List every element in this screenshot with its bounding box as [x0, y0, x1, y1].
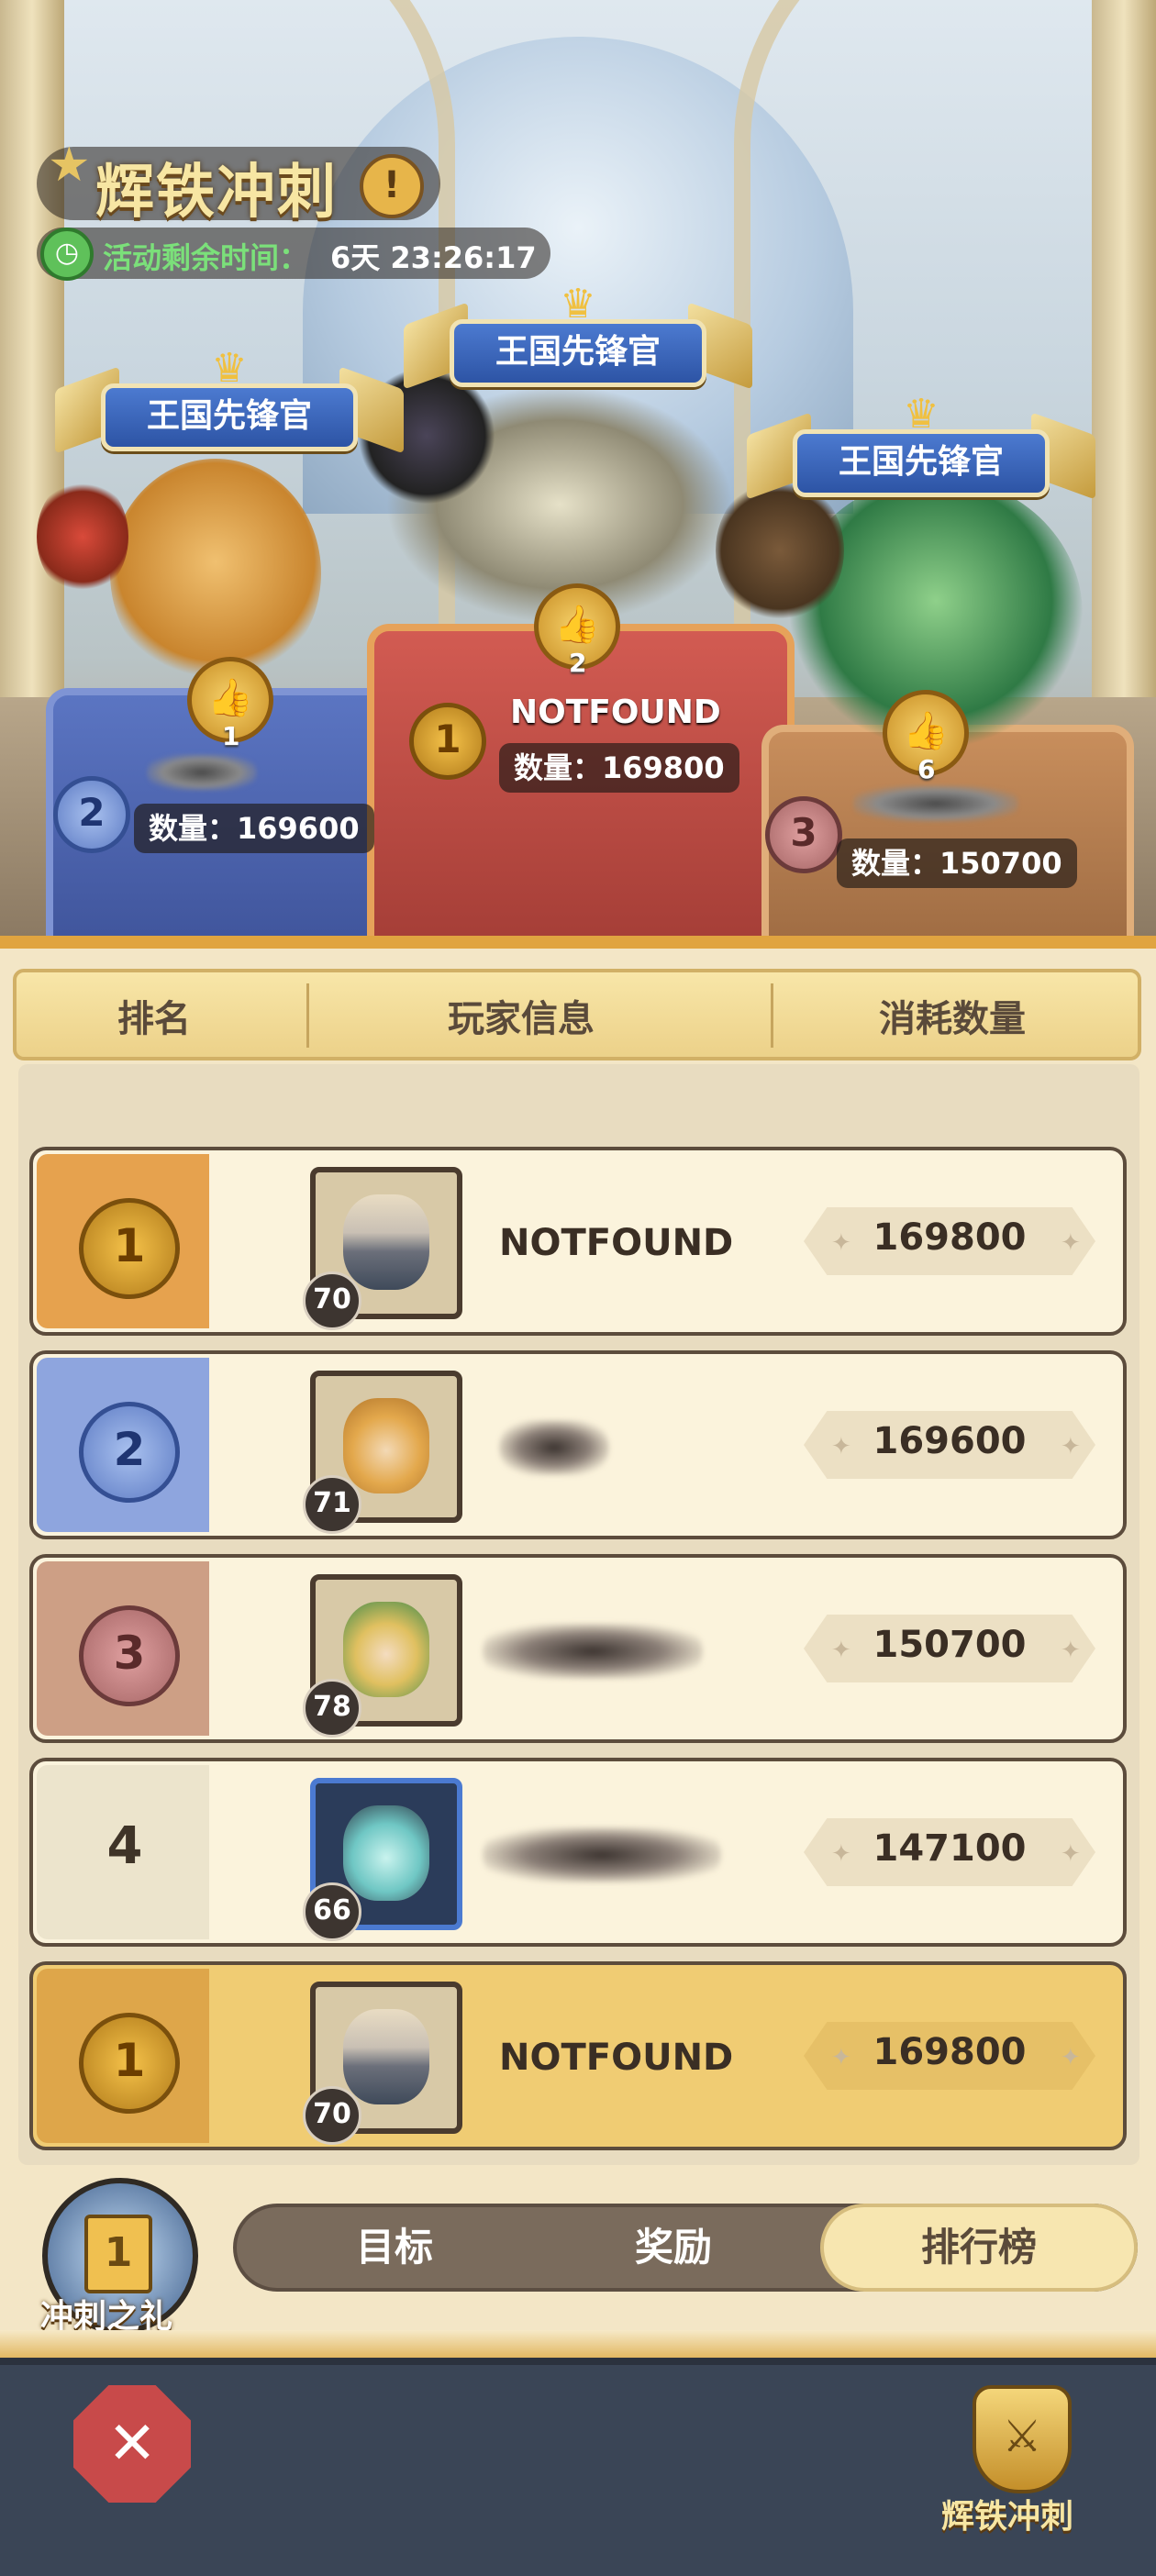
- header-divider: [306, 983, 309, 1048]
- player-name-blurred: [483, 1827, 721, 1882]
- consumed-amount: 169800: [873, 2031, 1027, 2073]
- hero-second-character[interactable]: [110, 459, 321, 688]
- info-button[interactable]: !: [360, 154, 424, 218]
- player-name-first: NOTFOUND: [510, 694, 721, 731]
- panel-edge: [0, 936, 1156, 949]
- event-title: 辉铁冲刺: [95, 159, 338, 227]
- timer-label: 活动剩余时间：: [103, 240, 309, 275]
- tab-rewards[interactable]: 奖励: [582, 2204, 765, 2292]
- level-badge: 66: [303, 1882, 361, 1941]
- star-icon: ★: [48, 138, 91, 193]
- rank-medal-bronze: 3: [79, 1605, 180, 1706]
- player-name-blurred: [147, 754, 257, 791]
- fox-girl-portrait: [343, 1398, 429, 1493]
- banner-first: ♛ 王国先锋官: [404, 281, 752, 394]
- table-row[interactable]: 2 71 ✦ ✦ 169600: [29, 1350, 1127, 1539]
- knight-portrait: [343, 1194, 429, 1290]
- level-badge: 70: [303, 2086, 361, 2145]
- player-name-blurred: [499, 1420, 609, 1475]
- clock-icon: ◷: [40, 228, 94, 281]
- quantity-third: 数量：150700: [837, 838, 1077, 888]
- rank-medal-gold: 1: [79, 1198, 180, 1299]
- player-name: NOTFOUND: [499, 2037, 734, 2079]
- player-name: NOTFOUND: [499, 1222, 734, 1264]
- header-rank: 排名: [117, 998, 191, 1040]
- rank-medal-second: 2: [53, 776, 130, 853]
- timer-value: 6天 23:26:17: [330, 240, 537, 275]
- table-row[interactable]: 3 78 ✦ ✦ 150700: [29, 1554, 1127, 1743]
- rank-medal-silver: 2: [79, 1402, 180, 1503]
- nav-event-label[interactable]: 辉铁冲刺: [941, 2490, 1073, 2537]
- banner-title: 王国先锋官: [450, 319, 706, 387]
- banner-second: ♛ 王国先锋官: [55, 345, 404, 459]
- header-amount: 消耗数量: [879, 998, 1026, 1040]
- knight-portrait: [343, 2009, 429, 2104]
- podium-scene: ♛ 王国先锋官 ♛ 王国先锋官 ♛ 王国先锋官 👍 1 👍 2 👍 6 2 数量…: [0, 0, 1156, 936]
- player-name-blurred: [483, 1624, 703, 1679]
- level-badge: 70: [303, 1271, 361, 1330]
- rank-medal-third: 3: [765, 796, 842, 873]
- level-badge: 71: [303, 1475, 361, 1534]
- banner-title: 王国先锋官: [793, 429, 1050, 497]
- consumed-amount: 169800: [873, 1216, 1027, 1259]
- parrot-pet: [37, 477, 128, 596]
- sword-shield-icon[interactable]: ⚔: [973, 2385, 1072, 2493]
- thumbs-up-icon: 👍: [207, 677, 253, 719]
- banner-third: ♛ 王国先锋官: [747, 391, 1095, 505]
- table-row[interactable]: 1 70 NOTFOUND ✦ ✦ 169800: [29, 1147, 1127, 1336]
- trophy-icon: 1: [84, 2215, 152, 2293]
- rank-medal-first: 1: [409, 703, 486, 780]
- thumbs-up-icon: 👍: [903, 710, 949, 752]
- header-player: 玩家信息: [448, 998, 595, 1040]
- like-count-third: 6: [917, 754, 936, 784]
- tab-goals[interactable]: 目标: [303, 2204, 486, 2292]
- rank-medal-gold: 1: [79, 2013, 180, 2114]
- thumbs-up-icon: 👍: [554, 604, 600, 646]
- like-count-second: 1: [222, 721, 240, 751]
- elf-portrait: [343, 1602, 429, 1697]
- level-badge: 78: [303, 1679, 361, 1738]
- tab-leaderboard[interactable]: 排行榜: [820, 2204, 1138, 2292]
- quantity-second: 数量：169600: [134, 804, 374, 853]
- rank-number: 4: [106, 1816, 143, 1876]
- consumed-amount: 169600: [873, 1420, 1027, 1462]
- ghost-pirate-portrait: [343, 1805, 429, 1901]
- banner-title: 王国先锋官: [101, 383, 358, 451]
- quantity-first: 数量：169800: [499, 743, 739, 793]
- table-row[interactable]: 4 66 ✦ ✦ 147100: [29, 1758, 1127, 1947]
- player-name-blurred: [853, 785, 1018, 822]
- header-divider: [771, 983, 773, 1048]
- consumed-amount: 147100: [873, 1827, 1027, 1870]
- self-row[interactable]: 1 70 NOTFOUND ✦ ✦ 169800: [29, 1961, 1127, 2150]
- like-count-first: 2: [569, 648, 587, 678]
- consumed-amount: 150700: [873, 1624, 1027, 1666]
- nav-divider: [0, 2330, 1156, 2358]
